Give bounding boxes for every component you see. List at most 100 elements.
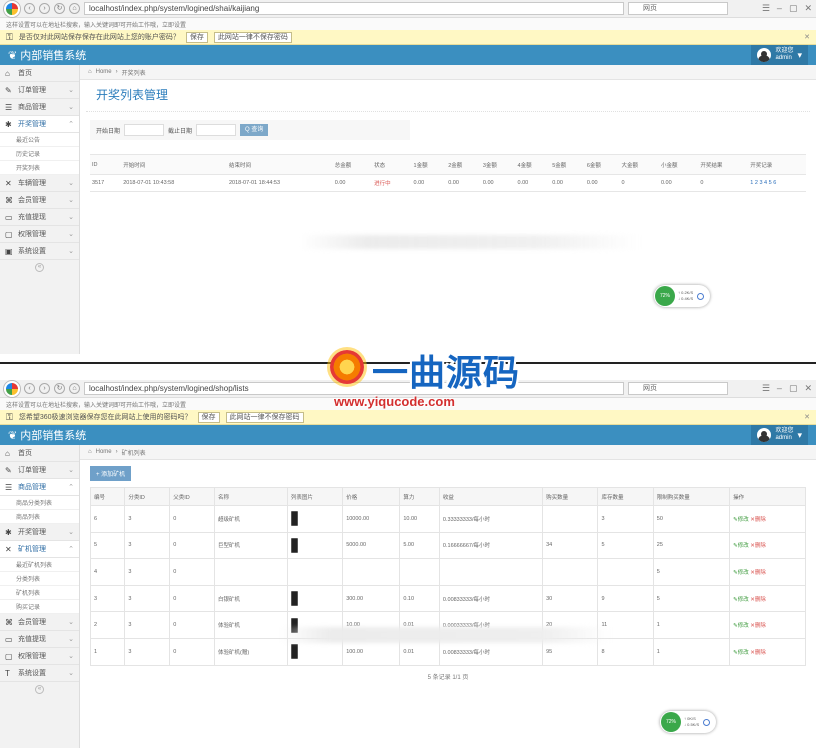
sidebar-item-permissions[interactable]: ▢ 权限管理 ⌄ — [0, 226, 79, 243]
delete-button[interactable]: ✕删除 — [750, 517, 766, 523]
sidebar-collapse-button[interactable]: « — [0, 260, 79, 274]
delete-button[interactable]: ✕删除 — [750, 570, 766, 576]
close-icon[interactable]: ✕ — [804, 383, 812, 394]
save-password-button[interactable]: 保存 — [197, 411, 220, 423]
sidebar-subitem[interactable]: 开奖列表 — [0, 161, 79, 175]
browser-logo-icon[interactable] — [4, 380, 20, 397]
browser-logo-icon[interactable] — [4, 0, 20, 17]
breadcrumb-home[interactable]: Home — [96, 69, 112, 75]
settings-icon: ▣ — [5, 246, 13, 256]
menu-icon[interactable]: ☰ — [762, 383, 770, 394]
delete-button[interactable]: ✕删除 — [750, 597, 766, 603]
edit-button[interactable]: ✎修改 — [733, 650, 749, 656]
refresh-icon[interactable]: ↻ — [54, 3, 65, 14]
query-button[interactable]: Q 查询 — [240, 124, 269, 136]
sidebar-item-products[interactable]: ☰ 商品管理 ⌃ — [0, 479, 79, 496]
refresh-icon[interactable]: ↻ — [54, 383, 65, 394]
forward-icon[interactable]: › — [39, 383, 50, 394]
sidebar-item-lottery[interactable]: ✱ 开奖管理 ⌃ — [0, 116, 79, 133]
sidebar-item-products[interactable]: ☰ 商品管理 ⌄ — [0, 99, 79, 116]
cell-parent-id: 0 — [169, 611, 216, 639]
shuffle-icon: ✕ — [5, 178, 12, 188]
close-icon[interactable]: ✕ — [804, 33, 810, 41]
sidebar-subitem[interactable]: 最近矿机列表 — [0, 558, 79, 572]
sidebar-item-permissions[interactable]: ▢ 权限管理 ⌄ — [0, 648, 79, 665]
start-date-input[interactable] — [124, 124, 165, 136]
app-brand[interactable]: ❦ 内部销售系统 — [8, 47, 86, 63]
sidebar-item-members[interactable]: ⌘ 会员管理 ⌄ — [0, 614, 79, 631]
minimize-icon[interactable]: – — [777, 3, 782, 14]
sidebar-item-vehicles[interactable]: ✕ 车辆管理 ⌄ — [0, 175, 79, 192]
notice-text: 是否仅对此网站保存保存在此网站上您的账户密码？ — [18, 34, 180, 41]
cell-actions: ✎修改 ✕删除 — [729, 505, 806, 533]
back-icon[interactable]: ‹ — [24, 3, 35, 14]
home-icon[interactable]: ⌂ — [69, 3, 80, 14]
edit-button[interactable]: ✎修改 — [733, 543, 749, 549]
never-save-button[interactable]: 此网站一律不保存密码 — [225, 411, 304, 423]
sidebar-item-recharge[interactable]: ▭ 充值提现 ⌄ — [0, 209, 79, 226]
close-icon[interactable]: ✕ — [804, 3, 812, 14]
edit-button[interactable]: ✎修改 — [733, 517, 749, 523]
edit-button[interactable]: ✎修改 — [733, 623, 749, 629]
end-date-input[interactable] — [196, 124, 237, 136]
sidebar-subitem[interactable]: 商品列表 — [0, 510, 79, 524]
maximize-icon[interactable]: ▢ — [789, 383, 798, 394]
menu-icon[interactable]: ☰ — [762, 3, 770, 14]
cell-name: 体验矿机 — [214, 611, 288, 639]
back-icon[interactable]: ‹ — [24, 383, 35, 394]
sidebar-subitem[interactable]: 分类列表 — [0, 572, 79, 586]
never-save-button[interactable]: 此网站一律不保存密码 — [213, 31, 292, 43]
sidebar-collapse-button[interactable]: « — [0, 682, 79, 696]
maximize-icon[interactable]: ▢ — [789, 3, 798, 14]
minimize-icon[interactable]: – — [777, 383, 782, 394]
sidebar-item-members[interactable]: ⌘ 会员管理 ⌄ — [0, 192, 79, 209]
leaf-icon: ❦ — [8, 429, 18, 442]
search-input[interactable]: 网页 — [628, 382, 728, 395]
address-bar[interactable]: localhost/index.php/system/logined/shai/… — [84, 2, 624, 15]
close-icon[interactable]: ✕ — [804, 413, 810, 421]
breadcrumb-current: 矿机列表 — [121, 450, 146, 457]
brand-title: 内部销售系统 — [20, 50, 87, 62]
forward-icon[interactable]: › — [39, 3, 50, 14]
sidebar-item-lottery[interactable]: ✱ 开奖管理 ⌄ — [0, 524, 79, 541]
search-input[interactable]: 网页 — [628, 2, 728, 15]
sidebar-item-home[interactable]: ⌂ 首页 — [0, 65, 79, 82]
sidebar-subitem[interactable]: 最近公告 — [0, 133, 79, 147]
home-icon[interactable]: ⌂ — [69, 383, 80, 394]
save-password-button[interactable]: 保存 — [185, 31, 208, 43]
cell-hashrate: 0.10 — [399, 584, 440, 613]
sidebar-item-home[interactable]: ⌂ 首页 — [0, 445, 79, 462]
delete-button[interactable]: ✕删除 — [750, 650, 766, 656]
user-role: admin — [775, 435, 792, 441]
network-speed-widget[interactable]: 72% ↑ 0K/S ↓ 0.5K/S — [660, 711, 716, 733]
sidebar-item-orders[interactable]: ✎ 订单管理 ⌄ — [0, 462, 79, 479]
cell-category-id: 3 — [124, 531, 171, 560]
sidebar-subitem[interactable]: 商品分类列表 — [0, 496, 79, 510]
sidebar-item-orders[interactable]: ✎ 订单管理 ⌄ — [0, 82, 79, 99]
breadcrumb-home[interactable]: Home — [96, 449, 112, 455]
sidebar-item-miners[interactable]: ✕ 矿机管理 ⌃ — [0, 541, 79, 558]
sidebar-item-settings[interactable]: ▣ 系统设置 ⌄ — [0, 243, 79, 260]
cell-id: 4 — [89, 558, 126, 586]
app-brand[interactable]: ❦ 内部销售系统 — [8, 427, 86, 443]
edit-icon: ✎ — [5, 465, 12, 475]
delete-button[interactable]: ✕删除 — [750, 543, 766, 549]
edit-button[interactable]: ✎修改 — [733, 570, 749, 576]
sidebar-subitem[interactable]: 历史记录 — [0, 147, 79, 161]
edit-button[interactable]: ✎修改 — [733, 597, 749, 603]
sidebar-subitem[interactable]: 购买记录 — [0, 600, 79, 614]
user-menu[interactable]: 欢迎您 admin ▾ — [751, 45, 808, 65]
add-miner-button[interactable]: + 添加矿机 — [90, 466, 132, 481]
user-menu[interactable]: 欢迎您 admin ▾ — [751, 425, 808, 445]
column-header: 状态 — [372, 154, 412, 175]
delete-button[interactable]: ✕删除 — [750, 623, 766, 629]
sidebar-item-settings[interactable]: T 系统设置 ⌄ — [0, 665, 79, 682]
sidebar-subitem[interactable]: 矿机列表 — [0, 586, 79, 600]
redacted-area — [280, 627, 610, 643]
network-speed-widget[interactable]: 72% ↑ 0.2K/S ↓ 0.4K/S — [654, 285, 710, 307]
cell-id: 3 — [89, 584, 126, 613]
shuffle-icon: ✕ — [5, 544, 12, 554]
sidebar-item-recharge[interactable]: ▭ 充值提现 ⌄ — [0, 631, 79, 648]
cell-record-links[interactable]: 1 2 3 4 5 6 — [748, 174, 806, 192]
chevron-down-icon: ⌄ — [68, 248, 74, 255]
